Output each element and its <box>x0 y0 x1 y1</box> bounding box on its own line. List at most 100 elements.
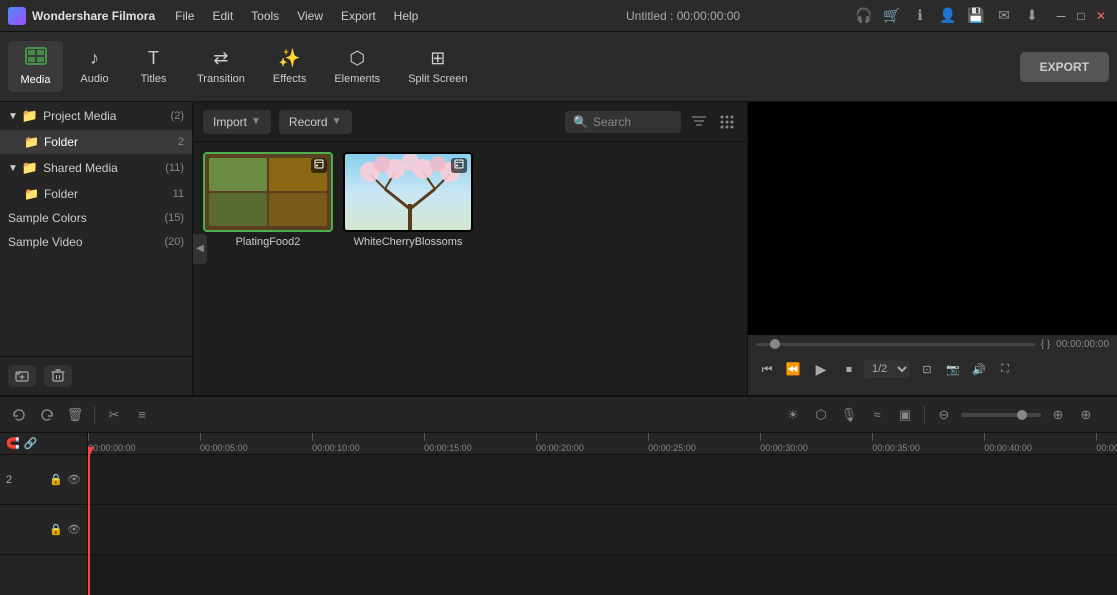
app-name: Wondershare Filmora <box>32 9 155 23</box>
sidebar-item-sample-video[interactable]: Sample Video (20) <box>0 230 192 254</box>
track-row-1[interactable] <box>88 455 1117 505</box>
menu-export[interactable]: Export <box>333 5 384 27</box>
timeline-ruler: 00:00:00:0000:00:05:0000:00:10:0000:00:1… <box>88 433 1117 455</box>
sidebar-header-project-media[interactable]: ▼ 📁 Project Media ( 2 ) <box>0 102 192 130</box>
sidebar-item-sample-colors[interactable]: Sample Colors (15) <box>0 206 192 230</box>
clip-settings-button[interactable]: ≡ <box>131 404 153 426</box>
delete-clip-button[interactable]: 🗑 <box>64 404 86 426</box>
menu-tools[interactable]: Tools <box>243 5 287 27</box>
menu-file[interactable]: File <box>167 5 202 27</box>
folder-project-count: 2 <box>178 136 184 148</box>
redo-button[interactable] <box>36 404 58 426</box>
preview-mark-in: { } <box>1041 339 1050 350</box>
snap-icon[interactable]: 🧲 <box>6 437 20 450</box>
eye-icon[interactable]: 👁 <box>67 473 81 486</box>
media-item-cherry-blossoms[interactable]: WhiteCherryBlossoms <box>343 152 473 248</box>
search-icon: 🔍 <box>573 115 588 129</box>
delete-button[interactable] <box>44 365 72 387</box>
export-button[interactable]: EXPORT <box>1020 52 1109 82</box>
menu-bar: File Edit Tools View Export Help <box>167 5 511 27</box>
add-track-button[interactable]: ⊕ <box>1075 404 1097 426</box>
play-button[interactable]: ▶ <box>808 356 834 382</box>
zoom-out-button[interactable]: ⊖ <box>933 404 955 426</box>
ruler-mark-9: 00:00:45:00 <box>1096 433 1117 453</box>
import-button[interactable]: Import ▼ <box>203 110 271 134</box>
import-chevron-icon: ▼ <box>251 116 261 127</box>
food-cell-1 <box>209 158 267 191</box>
link-icon[interactable]: 🔗 <box>24 437 38 450</box>
tool-transition[interactable]: ⇄ Transition <box>185 42 257 91</box>
minimize-button[interactable]: ─ <box>1053 8 1069 24</box>
quality-select[interactable]: 1/2 Full 1/4 <box>864 360 910 378</box>
sidebar-item-folder-project[interactable]: 📁 Folder 2 <box>0 130 192 154</box>
search-input[interactable] <box>593 115 673 129</box>
close-button[interactable]: ✕ <box>1093 8 1109 24</box>
timeline-right-tools: ☀ ⬡ 🎙 ≈ ▣ ⊖ ⊕ ⊕ <box>782 404 1109 426</box>
transition-label: Transition <box>197 73 245 85</box>
grid-view-icon[interactable] <box>717 112 737 132</box>
nav-icons: 🎧 🛒 ℹ 👤 💾 ✉ ⬇ <box>855 7 1041 25</box>
motion-track-button[interactable]: ☀ <box>782 404 804 426</box>
tool-audio[interactable]: ♪ Audio <box>67 42 122 91</box>
sample-colors-label: Sample Colors <box>8 211 87 225</box>
download-icon: ⬇ <box>1023 7 1041 25</box>
shared-media-label: Shared Media <box>43 161 118 175</box>
sidebar-item-folder-shared[interactable]: 📁 Folder 11 <box>0 182 192 206</box>
titles-icon: T <box>148 48 159 69</box>
preview-seek-slider[interactable] <box>756 343 1035 346</box>
audio-button[interactable]: 🔊 <box>968 358 990 380</box>
media-thumb-cherry <box>343 152 473 232</box>
fit-screen-button[interactable]: ⊡ <box>916 358 938 380</box>
frame-back-button[interactable]: ⏪ <box>782 358 804 380</box>
playhead[interactable] <box>88 455 90 595</box>
cut-button[interactable]: ✂ <box>103 404 125 426</box>
media-item-plating-food2[interactable]: PlatingFood2 <box>203 152 333 248</box>
search-box[interactable]: 🔍 <box>565 111 681 133</box>
tool-split-screen[interactable]: ⊞ Split Screen <box>396 42 479 91</box>
menu-view[interactable]: View <box>289 5 331 27</box>
preview-controls: { } 00:00:00:00 ⏮ ⏪ ▶ ⏹ 1/2 Full 1/4 ⊡ 📷… <box>748 335 1117 395</box>
media-label: Media <box>21 74 51 86</box>
zoom-in-button[interactable]: ⊕ <box>1047 404 1069 426</box>
media-label-food: PlatingFood2 <box>203 236 333 248</box>
sidebar-footer <box>0 356 192 395</box>
mask-button[interactable]: ⬡ <box>810 404 832 426</box>
fullscreen-button[interactable]: ⛶ <box>994 358 1016 380</box>
subtitle-button[interactable]: ▣ <box>894 404 916 426</box>
zoom-slider[interactable] <box>961 413 1041 417</box>
lock-icon[interactable]: 🔒 <box>49 473 63 486</box>
new-folder-button[interactable] <box>8 365 36 387</box>
tool-effects[interactable]: ✨ Effects <box>261 42 318 91</box>
lock2-icon[interactable]: 🔒 <box>49 523 63 536</box>
ruler-mark-8: 00:00:40:00 <box>984 433 1032 453</box>
record-label: Record <box>289 115 328 129</box>
split-screen-label: Split Screen <box>408 73 467 85</box>
sidebar-header-shared-media[interactable]: ▼ 📁 Shared Media (11) <box>0 154 192 182</box>
track-row-2[interactable] <box>88 505 1117 555</box>
project-media-count-close: ) <box>180 110 184 122</box>
step-back-button[interactable]: ⏮ <box>756 358 778 380</box>
record-button[interactable]: Record ▼ <box>279 110 352 134</box>
project-media-folder-icon: 📁 <box>22 108 38 124</box>
tool-media[interactable]: Media <box>8 41 63 92</box>
ruler-mark-1: 00:00:05:00 <box>200 433 248 453</box>
audio-settings-button[interactable]: ≈ <box>866 404 888 426</box>
user-icon: 👤 <box>939 7 957 25</box>
filter-icon[interactable] <box>689 112 709 132</box>
snapshot-button[interactable]: 📷 <box>942 358 964 380</box>
folder-shared-label: Folder <box>44 187 78 201</box>
undo-button[interactable] <box>8 404 30 426</box>
maximize-button[interactable]: □ <box>1073 8 1089 24</box>
audio-track-button[interactable]: 🎙 <box>838 404 860 426</box>
stop-button[interactable]: ⏹ <box>838 358 860 380</box>
collapse-arrow[interactable]: ◀ <box>193 234 207 264</box>
preview-timecode: 00:00:00:00 <box>1056 339 1109 350</box>
media-label-cherry: WhiteCherryBlossoms <box>343 236 473 248</box>
eye2-icon[interactable]: 👁 <box>67 523 81 536</box>
main-toolbar: Media ♪ Audio T Titles ⇄ Transition ✨ Ef… <box>0 32 1117 102</box>
timeline-track-headers: 🧲 🔗 2 🔒 👁 🔒 👁 <box>0 433 88 595</box>
tool-elements[interactable]: ⬡ Elements <box>322 42 392 91</box>
menu-help[interactable]: Help <box>386 5 427 27</box>
tool-titles[interactable]: T Titles <box>126 42 181 91</box>
menu-edit[interactable]: Edit <box>204 5 241 27</box>
